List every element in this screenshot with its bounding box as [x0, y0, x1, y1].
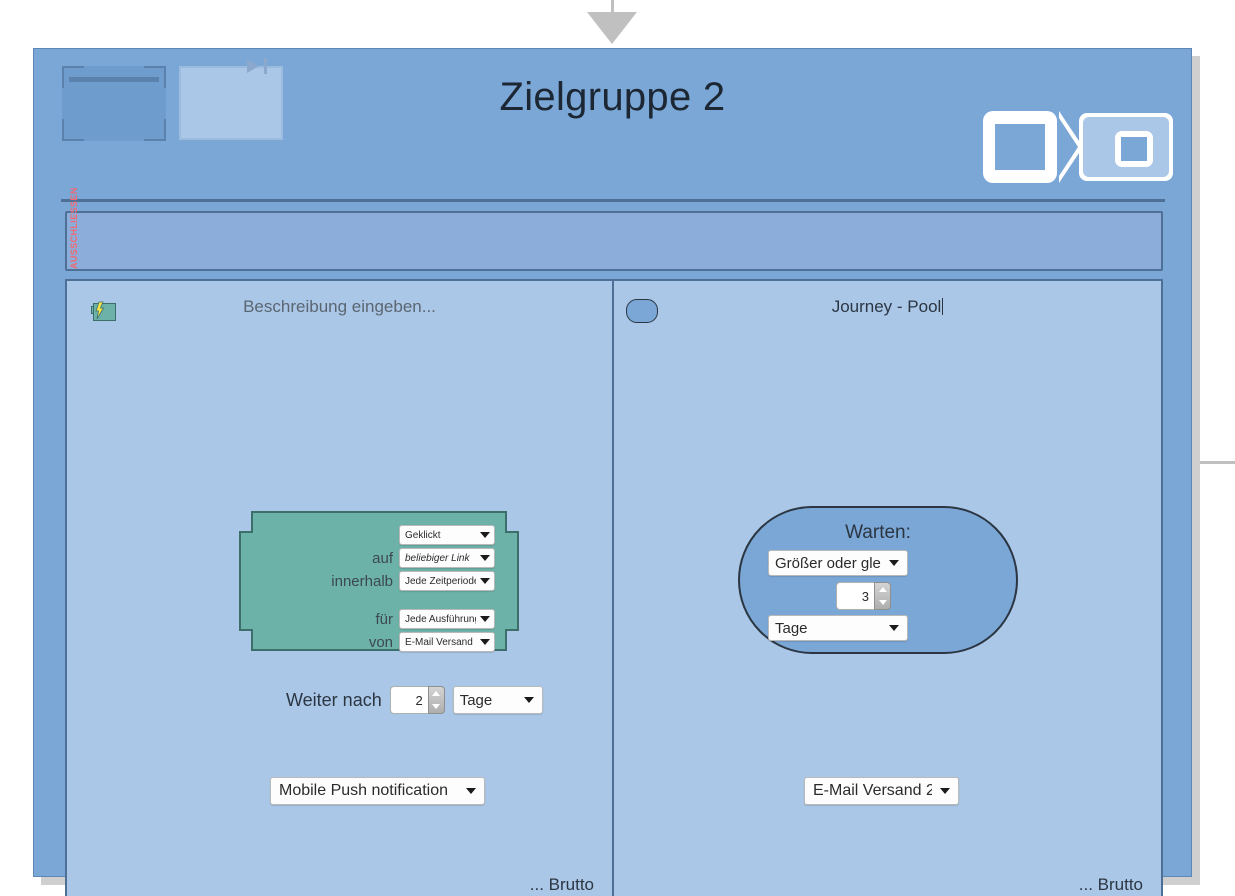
condition-select-3[interactable]: Jede Ausführung: [399, 609, 495, 629]
geklickt-condition-node[interactable]: Geklickt auf beliebiger Link innerhalb J…: [239, 511, 519, 652]
condition-select-4[interactable]: E-Mail Versand: [399, 632, 495, 652]
condition-field-4: von E-Mail Versand: [369, 632, 495, 652]
stepper-down-icon[interactable]: [875, 596, 890, 609]
expanded-subprocess-core: [1115, 131, 1153, 167]
canvas: Zielgruppe 2 AUSSCHLIESSEN Beschreibung …: [0, 0, 1235, 896]
chevron-down-icon: [881, 560, 907, 566]
left-action-value: Mobile Push notification: [279, 782, 448, 799]
chevron-down-icon: [932, 788, 958, 794]
condition-label-3: für: [375, 610, 393, 628]
text-cursor: [942, 298, 944, 315]
play-end-bar-icon: [264, 58, 267, 74]
lane-left-title[interactable]: Beschreibung eingeben...: [67, 297, 612, 317]
chevron-down-icon: [516, 697, 542, 703]
chevron-down-icon: [881, 625, 907, 631]
chevron-down-icon: [458, 788, 484, 794]
node-ear-tl: [239, 511, 253, 533]
right-action-value: E-Mail Versand 2: [813, 782, 932, 799]
lane-container: Beschreibung eingeben... Geklickt auf be…: [65, 279, 1163, 896]
expanded-subprocess-icon[interactable]: [1079, 113, 1173, 181]
stepper-buttons[interactable]: [874, 582, 891, 610]
pool-header: Zielgruppe 2: [34, 49, 1191, 202]
chevron-down-icon: [476, 616, 494, 622]
target-group-pool-window[interactable]: Zielgruppe 2 AUSSCHLIESSEN Beschreibung …: [33, 48, 1192, 896]
wait-node[interactable]: Warten: Größer oder gleich 3 Tage: [738, 506, 1018, 654]
condition-value-3: Jede Ausführung: [405, 613, 476, 625]
node-ear-br: [505, 629, 519, 651]
chevron-down-icon: [476, 639, 494, 645]
header-divider: [61, 199, 1165, 202]
chevron-down-icon: [476, 532, 494, 538]
right-action-select[interactable]: E-Mail Versand 2: [804, 777, 959, 805]
wait-operator-value: Größer oder gleich: [775, 554, 881, 572]
incoming-connector-arrow-icon: [587, 12, 637, 44]
stepper-up-icon[interactable]: [875, 583, 890, 596]
frame-corner-br: [144, 119, 166, 141]
chevron-down-icon: [476, 555, 494, 561]
condition-value-0: Geklickt: [405, 529, 441, 541]
condition-select-2[interactable]: Jede Zeitperiode: [399, 571, 495, 591]
lane-right-title-text: Journey - Pool: [831, 297, 942, 316]
lane-left-footer: ... Brutto: [529, 875, 594, 894]
continue-after-row: Weiter nach 2 Tage: [286, 686, 543, 714]
subprocess-toggle-group: [955, 61, 1173, 183]
chevron-down-icon: [476, 578, 494, 584]
exclusion-lane-label: AUSSCHLIESSEN: [69, 187, 79, 269]
condition-label-2: innerhalb: [331, 572, 393, 590]
exclusion-lane[interactable]: AUSSCHLIESSEN: [65, 187, 1163, 271]
condition-value-2: Jede Zeitperiode: [405, 575, 476, 587]
node-ear-tr: [505, 511, 519, 533]
lane-right-title[interactable]: Journey - Pool: [614, 297, 1161, 317]
stepper-up-icon[interactable]: [429, 687, 444, 700]
condition-field-1: auf beliebiger Link: [372, 548, 495, 568]
right-connector-line: [1198, 461, 1235, 464]
condition-label-4: von: [368, 633, 393, 651]
expanded-subprocess-core-inner: [1121, 137, 1147, 161]
collapsed-subprocess-inner: [995, 124, 1045, 170]
continue-after-value[interactable]: 2: [389, 686, 428, 714]
continue-after-unit-value: Tage: [459, 691, 493, 709]
wait-amount-stepper[interactable]: 3: [836, 582, 891, 610]
stepper-down-icon[interactable]: [429, 700, 444, 713]
wait-operator-select[interactable]: Größer oder gleich: [768, 550, 908, 576]
condition-select-1[interactable]: beliebiger Link: [399, 548, 495, 568]
continue-after-unit-select[interactable]: Tage: [452, 686, 543, 714]
wait-amount-value[interactable]: 3: [836, 582, 874, 610]
condition-field-0: Geklickt: [393, 525, 495, 545]
play-arrow-icon: [247, 59, 259, 73]
lane-left[interactable]: Beschreibung eingeben... Geklickt auf be…: [67, 281, 614, 896]
wait-node-title: Warten:: [845, 522, 911, 543]
lane-right[interactable]: Journey - Pool Warten: Größer oder gleic…: [614, 281, 1161, 896]
condition-field-3: für Jede Ausführung: [375, 609, 495, 629]
condition-value-4: E-Mail Versand: [405, 636, 473, 648]
lane-right-footer: ... Brutto: [1078, 875, 1143, 894]
stepper-buttons[interactable]: [427, 686, 445, 714]
condition-select-0[interactable]: Geklickt: [399, 525, 495, 545]
condition-value-1: beliebiger Link: [405, 552, 470, 564]
left-action-select[interactable]: Mobile Push notification: [270, 777, 485, 805]
wait-unit-value: Tage: [775, 619, 808, 637]
condition-field-2: innerhalb Jede Zeitperiode: [331, 571, 495, 591]
expanded-subprocess-inner: [1083, 117, 1169, 177]
frame-corner-bl: [62, 119, 84, 141]
continue-after-label: Weiter nach: [286, 689, 382, 710]
node-ear-bl: [239, 629, 253, 651]
condition-label-1: auf: [372, 549, 393, 567]
wait-unit-select[interactable]: Tage: [768, 615, 908, 641]
continue-after-stepper[interactable]: 2: [389, 686, 445, 714]
collapsed-subprocess-icon[interactable]: [983, 111, 1057, 183]
